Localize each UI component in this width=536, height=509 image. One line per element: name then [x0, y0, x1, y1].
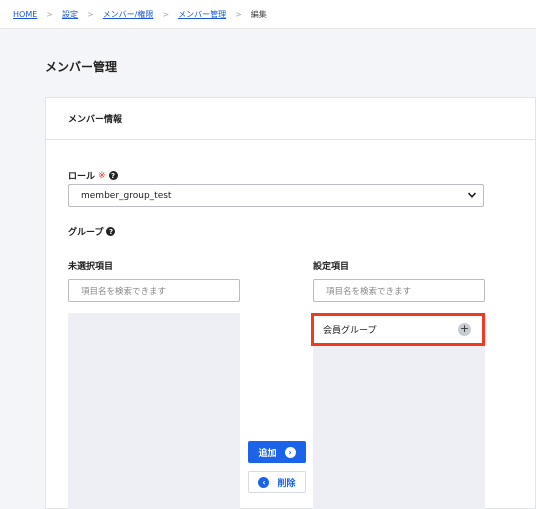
group-label-row: グループ ?	[68, 225, 116, 238]
role-select[interactable]: member_group_test	[68, 184, 484, 207]
chevron-down-icon	[467, 192, 477, 198]
role-select-value: member_group_test	[81, 190, 172, 201]
breadcrumb-settings[interactable]: 設定	[62, 9, 78, 20]
breadcrumb-members-permissions[interactable]: メンバー/権限	[103, 9, 154, 20]
member-info-card: メンバー情報 ロール ※ ? member_group_test グループ ? …	[45, 97, 536, 509]
role-label-row: ロール ※ ?	[68, 169, 118, 182]
unselected-list[interactable]	[68, 313, 240, 509]
breadcrumb: HOME > 設定 > メンバー/権限 > メンバー管理 > 編集	[0, 0, 536, 29]
chevron-right-icon: ›	[284, 446, 296, 458]
breadcrumb-member-management[interactable]: メンバー管理	[178, 9, 226, 20]
breadcrumb-separator: >	[46, 9, 53, 19]
breadcrumb-separator: >	[162, 9, 170, 19]
selected-search-input[interactable]: 項目名を検索できます	[313, 279, 485, 302]
chevron-left-icon: ‹	[258, 476, 270, 488]
selected-label: 設定項目	[313, 262, 350, 272]
unselected-search-input[interactable]: 項目名を検索できます	[68, 279, 240, 302]
remove-button[interactable]: ‹ 削除	[248, 471, 306, 493]
add-button-label: 追加	[258, 448, 277, 459]
role-label: ロール	[68, 172, 96, 182]
list-item-label: 会員グループ	[323, 326, 377, 336]
card-header: メンバー情報	[46, 98, 535, 140]
breadcrumb-current: 編集	[250, 9, 267, 19]
add-button[interactable]: 追加 ›	[248, 441, 306, 463]
remove-button-label: 削除	[277, 478, 296, 489]
help-icon[interactable]: ?	[106, 227, 116, 236]
group-label: グループ	[68, 228, 104, 238]
required-mark: ※	[98, 170, 106, 181]
breadcrumb-separator: >	[235, 9, 242, 19]
unselected-label: 未選択項目	[68, 262, 114, 272]
breadcrumb-home[interactable]: HOME	[13, 10, 37, 19]
breadcrumb-separator: >	[86, 9, 94, 19]
help-icon[interactable]: ?	[108, 171, 118, 180]
list-item-member-group[interactable]: 会員グループ +	[311, 313, 485, 346]
page-title: メンバー管理	[45, 60, 118, 74]
plus-icon[interactable]: +	[458, 323, 471, 336]
